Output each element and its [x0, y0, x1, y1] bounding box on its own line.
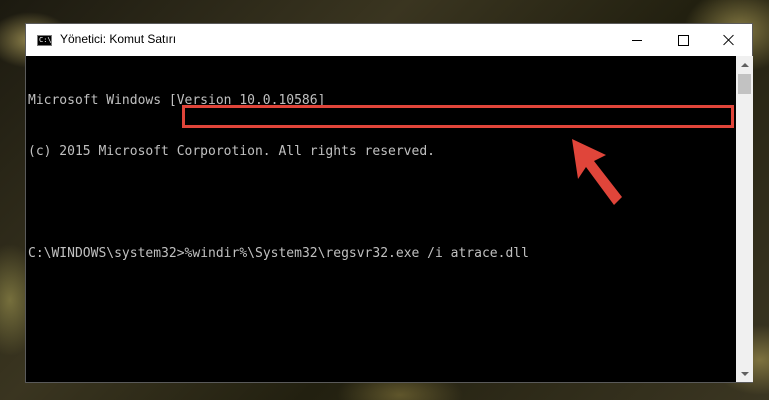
minimize-icon [632, 39, 642, 41]
scroll-up-button[interactable] [736, 56, 753, 73]
scrollbar-thumb[interactable] [738, 74, 751, 94]
close-button[interactable] [706, 24, 752, 56]
close-icon [723, 34, 735, 46]
command-line[interactable]: C:\WINDOWS\system32>%windir%\System32\re… [28, 245, 736, 262]
scroll-down-button[interactable] [736, 365, 753, 382]
title-bar[interactable]: C:\ Yönetici: Komut Satırı [26, 24, 752, 56]
prompt-text: C:\WINDOWS\system32> [28, 246, 185, 261]
red-arrow-icon [572, 139, 622, 205]
minimize-button[interactable] [614, 24, 660, 56]
maximize-button[interactable] [660, 24, 706, 56]
chevron-down-icon [740, 371, 749, 376]
command-text[interactable]: %windir%\System32\regsvr32.exe /i atrace… [185, 246, 529, 261]
command-prompt-window: C:\ Yönetici: Komut Satırı Microsoft Win… [25, 23, 753, 383]
chevron-up-icon [740, 62, 749, 67]
vertical-scrollbar[interactable] [736, 56, 753, 382]
cmd-icon[interactable]: C:\ [37, 35, 52, 46]
maximize-icon [677, 34, 689, 46]
command-highlight-box [182, 105, 734, 128]
window-title: Yönetici: Komut Satırı [60, 32, 177, 46]
